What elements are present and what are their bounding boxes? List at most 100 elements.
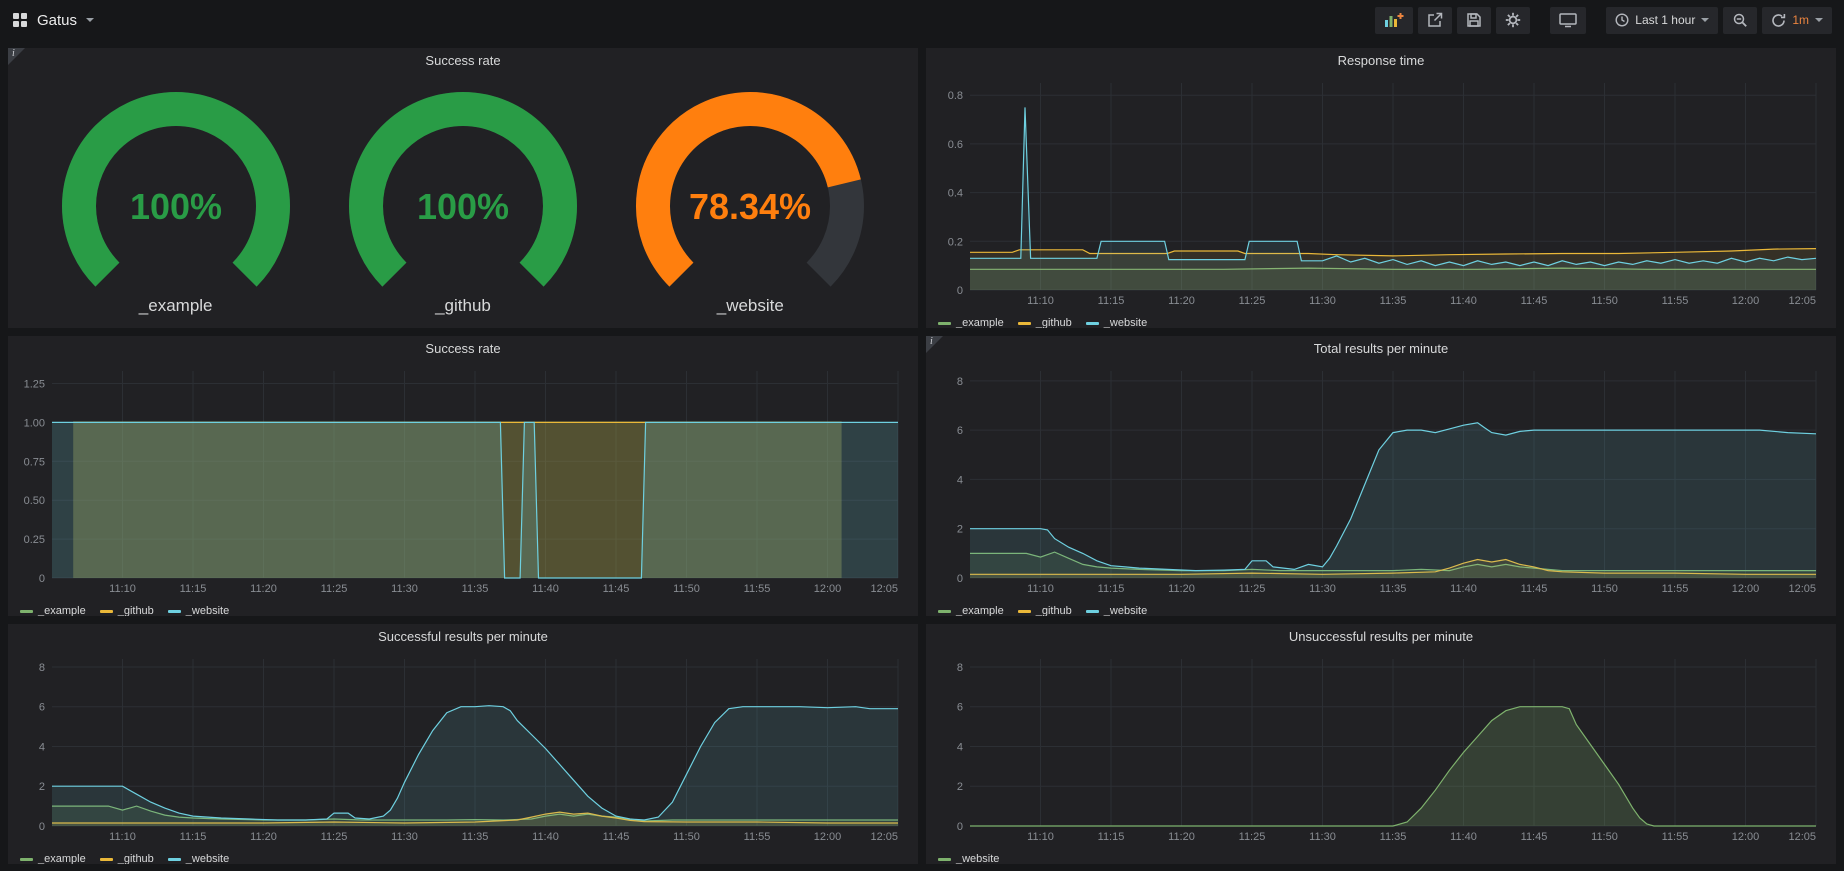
svg-text:11:55: 11:55 (744, 831, 771, 843)
svg-text:11:50: 11:50 (1591, 583, 1618, 595)
svg-text:0: 0 (957, 285, 963, 297)
svg-text:11:35: 11:35 (1380, 295, 1407, 307)
dashboards-grid-icon[interactable] (12, 12, 28, 28)
svg-text:0.25: 0.25 (24, 534, 45, 546)
svg-text:11:25: 11:25 (321, 583, 348, 595)
panel-header[interactable]: Response time (926, 48, 1836, 73)
svg-text:100%: 100% (130, 186, 222, 227)
legend-item[interactable]: _example (20, 853, 86, 864)
svg-text:11:10: 11:10 (109, 831, 136, 843)
svg-text:11:10: 11:10 (1027, 583, 1054, 595)
svg-text:0: 0 (39, 573, 45, 585)
svg-text:11:50: 11:50 (673, 831, 700, 843)
gear-icon (1505, 12, 1521, 28)
svg-text:11:20: 11:20 (1168, 831, 1195, 843)
panel-success-rate: Success rate 00.250.500.751.001.2511:101… (8, 336, 918, 616)
gauge-arc: 100% (343, 86, 583, 292)
svg-text:11:50: 11:50 (1591, 295, 1618, 307)
gauge-example: 100%_example (56, 86, 296, 316)
legend-item[interactable]: _github (100, 853, 154, 864)
legend-item[interactable]: _github (1018, 605, 1072, 616)
svg-text:2: 2 (39, 781, 45, 793)
legend-item[interactable]: _website (168, 605, 229, 616)
svg-text:0.6: 0.6 (948, 139, 963, 151)
svg-text:11:55: 11:55 (744, 583, 771, 595)
legend-item[interactable]: _website (1086, 605, 1147, 616)
svg-text:100%: 100% (417, 186, 509, 227)
legend-item[interactable]: _github (100, 605, 154, 616)
caret-down-icon (1701, 18, 1709, 22)
response-time-chart[interactable]: 00.20.40.60.811:1011:1511:2011:2511:3011… (932, 75, 1830, 313)
unsuccessful-results-chart[interactable]: 0246811:1011:1511:2011:2511:3011:3511:40… (932, 651, 1830, 849)
svg-text:4: 4 (39, 742, 45, 754)
svg-text:11:40: 11:40 (1450, 295, 1477, 307)
panel-header[interactable]: Successful results per minute (8, 624, 918, 649)
svg-text:0.50: 0.50 (24, 495, 45, 507)
panel-successful-results-per-minute: Successful results per minute 0246811:10… (8, 624, 918, 864)
svg-text:11:15: 11:15 (1098, 831, 1125, 843)
svg-text:11:25: 11:25 (1239, 295, 1266, 307)
zoom-out-button[interactable] (1723, 7, 1757, 34)
panel-header[interactable]: Unsuccessful results per minute (926, 624, 1836, 649)
settings-button[interactable] (1496, 7, 1530, 34)
add-panel-button[interactable] (1375, 7, 1413, 34)
svg-text:11:30: 11:30 (1309, 583, 1336, 595)
svg-text:11:15: 11:15 (180, 831, 207, 843)
time-range-picker[interactable]: Last 1 hour (1606, 7, 1718, 34)
legend-item[interactable]: _example (938, 605, 1004, 616)
legend-item[interactable]: _example (20, 605, 86, 616)
svg-text:11:35: 11:35 (462, 583, 489, 595)
legend-item[interactable]: _website (168, 853, 229, 864)
legend-item[interactable]: _website (938, 853, 999, 864)
tv-mode-button[interactable] (1550, 7, 1586, 34)
svg-text:0: 0 (39, 821, 45, 833)
svg-text:12:00: 12:00 (814, 583, 842, 595)
share-icon (1427, 12, 1443, 28)
svg-text:11:45: 11:45 (1521, 295, 1548, 307)
svg-text:11:45: 11:45 (603, 831, 630, 843)
save-button[interactable] (1457, 7, 1491, 34)
caret-down-icon[interactable] (86, 18, 94, 22)
svg-text:11:45: 11:45 (603, 583, 630, 595)
clock-icon (1615, 13, 1629, 27)
legend-item[interactable]: _website (1086, 317, 1147, 328)
chart-legend: _example _github _website (8, 849, 918, 864)
svg-text:11:15: 11:15 (1098, 295, 1125, 307)
svg-text:11:55: 11:55 (1662, 295, 1689, 307)
refresh-picker[interactable]: 1m (1762, 7, 1832, 34)
legend-item[interactable]: _github (1018, 317, 1072, 328)
chart-legend: _website (926, 849, 1836, 864)
svg-text:12:05: 12:05 (1788, 831, 1816, 843)
panel-header[interactable]: Total results per minute (926, 336, 1836, 361)
panel-title: Total results per minute (1314, 341, 1448, 356)
success-rate-chart[interactable]: 00.250.500.751.001.2511:1011:1511:2011:2… (14, 363, 912, 601)
svg-text:11:30: 11:30 (391, 583, 418, 595)
panel-header[interactable]: Success rate (8, 336, 918, 361)
svg-text:11:30: 11:30 (1309, 831, 1336, 843)
svg-text:11:30: 11:30 (391, 831, 418, 843)
svg-text:12:05: 12:05 (1788, 295, 1816, 307)
svg-text:0: 0 (957, 573, 963, 585)
svg-text:0.8: 0.8 (948, 90, 963, 102)
dashboard-title[interactable]: Gatus (37, 12, 77, 29)
legend-item[interactable]: _example (938, 317, 1004, 328)
panel-title: Success rate (425, 341, 500, 356)
svg-text:11:20: 11:20 (1168, 295, 1195, 307)
svg-text:1.25: 1.25 (24, 379, 45, 391)
total-results-chart[interactable]: 0246811:1011:1511:2011:2511:3011:3511:40… (932, 363, 1830, 601)
panel-header[interactable]: Success rate (8, 48, 918, 73)
share-button[interactable] (1418, 7, 1452, 34)
dashboard-grid: i Success rate 100%_example 100%_github … (0, 40, 1844, 871)
svg-text:8: 8 (957, 662, 963, 674)
svg-text:11:35: 11:35 (1380, 583, 1407, 595)
chart-legend: _example _github _website (926, 601, 1836, 616)
svg-text:78.34%: 78.34% (689, 186, 811, 227)
time-range-label: Last 1 hour (1635, 13, 1695, 27)
refresh-interval-label: 1m (1792, 13, 1809, 27)
panel-info-icon[interactable]: i (8, 48, 26, 66)
successful-results-chart[interactable]: 0246811:1011:1511:2011:2511:3011:3511:40… (14, 651, 912, 849)
panel-info-icon[interactable]: i (926, 336, 944, 354)
gauge-website: 78.34%_website (630, 86, 870, 316)
svg-text:11:40: 11:40 (532, 831, 559, 843)
svg-text:11:35: 11:35 (462, 831, 489, 843)
